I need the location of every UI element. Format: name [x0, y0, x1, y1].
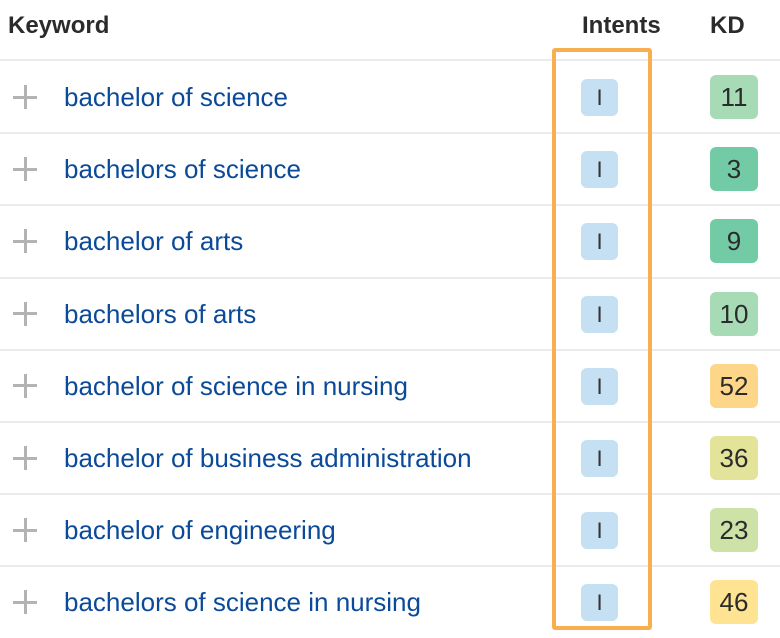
table-row: bachelor of arts I 9 — [0, 205, 780, 277]
intent-badge-informational: I — [581, 440, 618, 477]
table-row: bachelor of business administration I 36 — [0, 422, 780, 494]
kd-badge: 23 — [710, 508, 758, 553]
column-header-intents[interactable]: Intents — [582, 12, 661, 40]
add-keyword-icon[interactable] — [13, 301, 37, 326]
table-row: bachelors of science I 3 — [0, 133, 780, 205]
intent-badge-informational: I — [581, 584, 618, 622]
table-row: bachelors of science in nursing I 46 — [0, 566, 780, 638]
table-row: bachelor of science in nursing I 52 — [0, 350, 780, 422]
kd-badge: 3 — [710, 147, 758, 192]
kd-badge: 10 — [710, 291, 758, 336]
add-keyword-icon[interactable] — [13, 518, 37, 543]
intent-badge-informational: I — [581, 367, 618, 405]
keyword-link[interactable]: bachelor of arts — [64, 226, 243, 257]
kd-badge: 46 — [710, 580, 758, 625]
kd-badge: 11 — [710, 75, 758, 119]
kd-badge: 52 — [710, 363, 758, 408]
column-header-keyword[interactable]: Keyword — [8, 12, 109, 40]
table-row: bachelors of arts I 10 — [0, 278, 780, 350]
keyword-link[interactable]: bachelor of science — [64, 82, 288, 113]
column-header-kd[interactable]: KD — [710, 12, 745, 40]
keyword-link[interactable]: bachelors of arts — [64, 299, 256, 330]
intent-badge-informational: I — [581, 79, 618, 116]
add-keyword-icon[interactable] — [13, 85, 37, 109]
keyword-link[interactable]: bachelor of business administration — [64, 443, 472, 474]
intent-badge-informational: I — [581, 295, 618, 333]
add-keyword-icon[interactable] — [13, 157, 37, 182]
table-row: bachelor of engineering I 23 — [0, 494, 780, 566]
add-keyword-icon[interactable] — [13, 373, 37, 398]
keyword-link[interactable]: bachelors of science in nursing — [64, 587, 421, 618]
add-keyword-icon[interactable] — [13, 446, 37, 470]
intent-badge-informational: I — [581, 223, 618, 261]
intent-badge-informational: I — [581, 512, 618, 550]
table-row: bachelor of science I 11 — [0, 61, 780, 133]
add-keyword-icon[interactable] — [13, 590, 37, 615]
keyword-link[interactable]: bachelor of science in nursing — [64, 371, 408, 402]
table-header: Keyword Intents KD — [0, 0, 780, 60]
keyword-link[interactable]: bachelors of science — [64, 154, 301, 185]
kd-badge: 36 — [710, 436, 758, 480]
kd-badge: 9 — [710, 219, 758, 264]
intent-badge-informational: I — [581, 151, 618, 189]
keyword-link[interactable]: bachelor of engineering — [64, 515, 336, 546]
add-keyword-icon[interactable] — [13, 229, 37, 254]
